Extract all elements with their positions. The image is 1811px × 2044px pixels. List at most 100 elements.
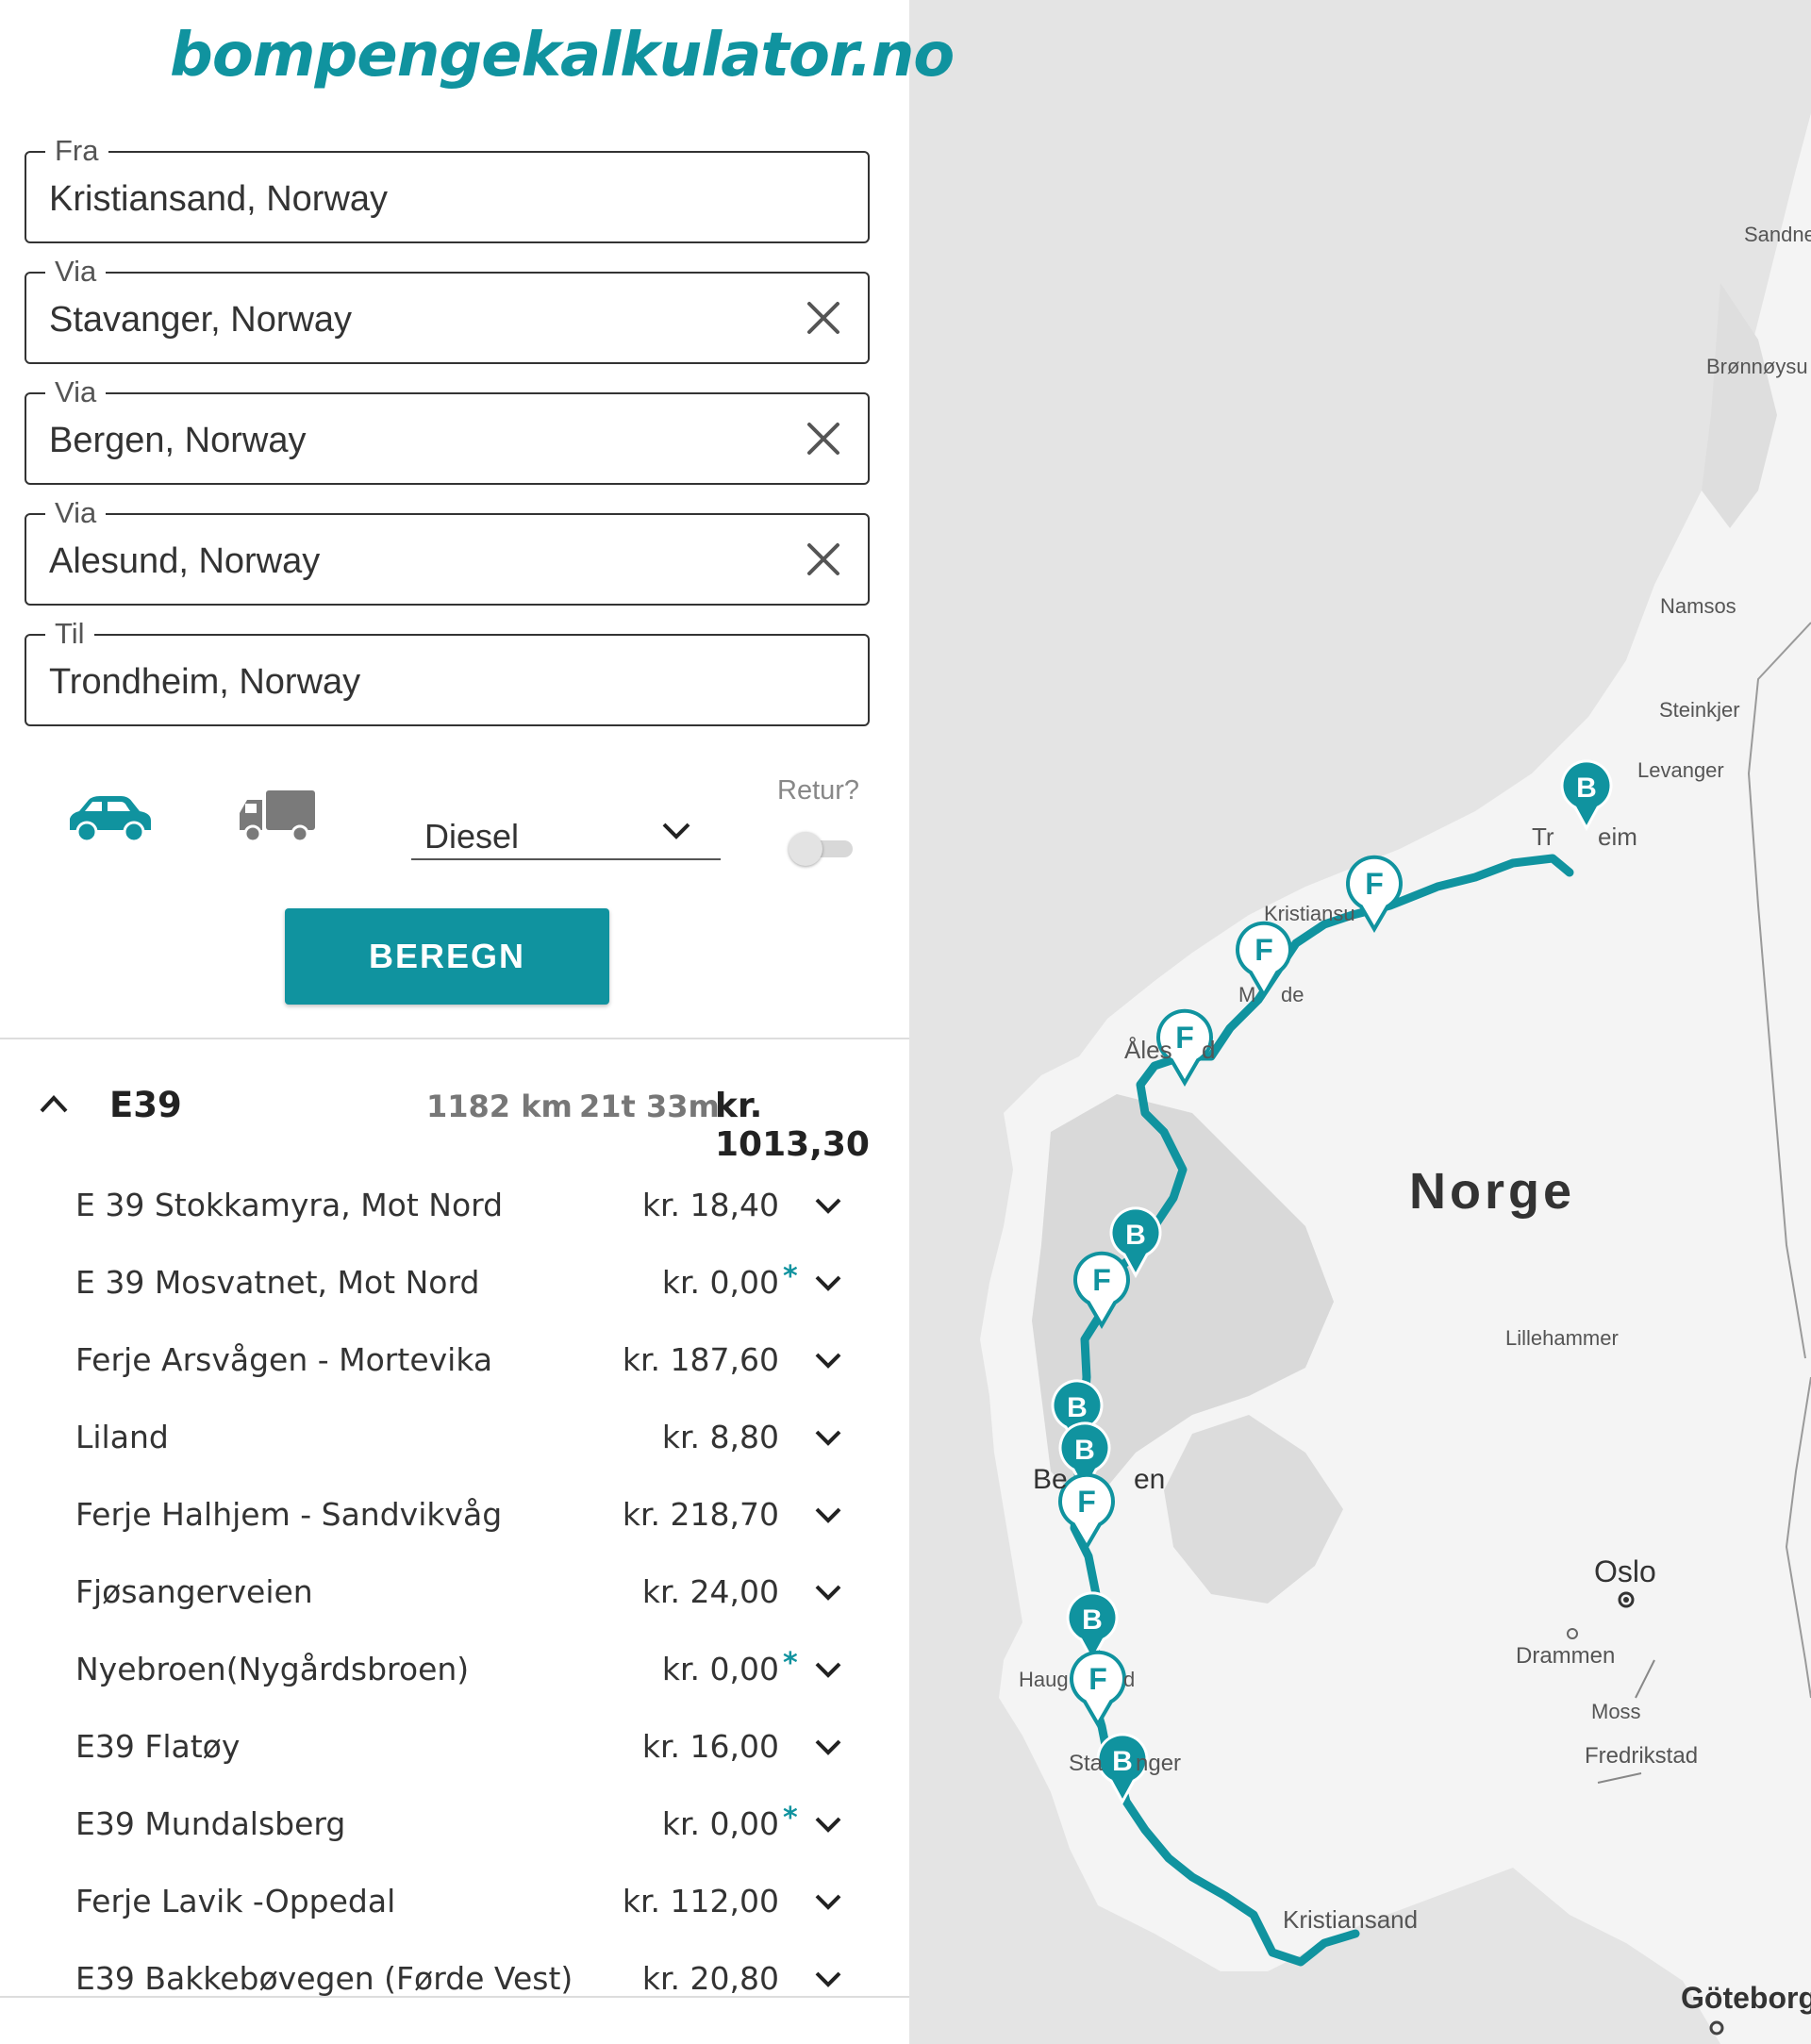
svg-text:F: F	[1088, 1662, 1107, 1696]
divider	[0, 1038, 909, 1039]
chevron-down-icon	[662, 823, 690, 839]
toll-price: kr. 24,00	[641, 1573, 779, 1610]
chevron-down-icon[interactable]	[813, 1815, 843, 1836]
toll-price: kr. 0,00	[661, 1651, 779, 1687]
toll-row[interactable]: E 39 Stokkamyra, Mot Nord kr. 18,40	[0, 1179, 909, 1256]
toll-name: E 39 Stokkamyra, Mot Nord	[75, 1187, 504, 1223]
svg-text:B: B	[1082, 1604, 1103, 1636]
toll-name: E39 Flatøy	[75, 1728, 241, 1765]
retur-label: Retur?	[777, 775, 860, 806]
map-city-label: Namsos	[1660, 594, 1736, 618]
svg-text:B: B	[1125, 1220, 1146, 1251]
close-icon[interactable]	[804, 419, 843, 458]
map-city-label: Lillehammer	[1505, 1326, 1619, 1350]
toll-name: E39 Mundalsberg	[75, 1805, 346, 1842]
toll-name: Nyebroen(Nygårdsbroen)	[75, 1651, 470, 1687]
to-input[interactable]: Trondheim, Norway	[49, 662, 360, 703]
via-input[interactable]: Bergen, Norway	[49, 421, 306, 461]
map-city-label: Fredrikstad	[1585, 1743, 1699, 1769]
map-city-label: Sandne	[1744, 223, 1811, 246]
toll-name: Ferje Arsvågen - Mortevika	[75, 1341, 493, 1378]
chevron-down-icon[interactable]	[813, 1969, 843, 1990]
map-city-label: Be	[1033, 1464, 1068, 1495]
map-city-label: Moss	[1591, 1700, 1641, 1723]
toll-row[interactable]: Ferje Halhjem - Sandvikvåg kr. 218,70	[0, 1488, 909, 1566]
toll-row[interactable]: E39 Mundalsberg kr. 0,00 *	[0, 1798, 909, 1875]
map-city-label: eim	[1598, 823, 1637, 851]
svg-text:F: F	[1077, 1485, 1096, 1519]
svg-text:F: F	[1254, 933, 1273, 967]
toll-price: kr. 0,00	[661, 1264, 779, 1301]
chevron-down-icon[interactable]	[813, 1737, 843, 1758]
toll-row[interactable]: Ferje Lavik -Oppedal kr. 112,00	[0, 1875, 909, 1953]
route-summary-header[interactable]: E39 1182 km 21t 33m kr. 1013,30	[0, 1075, 909, 1164]
toll-price: kr. 112,00	[622, 1883, 779, 1919]
map-view[interactable]: B F F F B F B B F B F B Sandne Brønnøysu…	[909, 0, 1811, 2044]
via-field[interactable]: Via Stavanger, Norway	[25, 255, 870, 364]
car-icon[interactable]	[64, 792, 155, 845]
map-canvas: B F F F B F B B F B F B	[980, 0, 1811, 2044]
to-label: Til	[45, 617, 94, 651]
chevron-down-icon[interactable]	[813, 1196, 843, 1217]
toll-price: kr. 0,00	[661, 1805, 779, 1842]
chevron-down-icon[interactable]	[813, 1892, 843, 1913]
via-label: Via	[45, 255, 107, 289]
chevron-down-icon[interactable]	[813, 1660, 843, 1681]
toll-price: kr. 187,60	[622, 1341, 779, 1378]
toll-star: *	[783, 1260, 798, 1293]
toggle-knob	[789, 832, 822, 866]
from-field[interactable]: Fra Kristiansand, Norway	[25, 134, 870, 243]
via-field[interactable]: Via Bergen, Norway	[25, 375, 870, 485]
chevron-down-icon[interactable]	[813, 1273, 843, 1294]
map-city-label: Sta	[1069, 1751, 1104, 1776]
truck-icon[interactable]	[238, 789, 317, 845]
svg-text:F: F	[1092, 1263, 1111, 1297]
via-label: Via	[45, 496, 107, 530]
chevron-down-icon[interactable]	[813, 1428, 843, 1449]
via-field[interactable]: Via Alesund, Norway	[25, 496, 870, 606]
toll-name: E39 Bakkebøvegen (Førde Vest)	[75, 1960, 573, 1997]
toll-name: Fjøsangerveien	[75, 1573, 313, 1610]
map-city-label: nger	[1136, 1751, 1182, 1776]
map-city-label: d	[1123, 1668, 1136, 1691]
close-icon[interactable]	[804, 540, 843, 579]
chevron-down-icon[interactable]	[813, 1583, 843, 1604]
map-city-label: Drammen	[1516, 1643, 1616, 1669]
divider	[0, 1996, 909, 1998]
toll-row[interactable]: E39 Flatøy kr. 16,00	[0, 1720, 909, 1798]
fuel-select[interactable]: Diesel	[411, 792, 721, 860]
map-city-label: Steinkjer	[1659, 698, 1740, 722]
svg-text:F: F	[1175, 1021, 1194, 1055]
toll-row[interactable]: Liland kr. 8,80	[0, 1411, 909, 1488]
route-duration: 21t 33m	[579, 1088, 720, 1124]
toll-row[interactable]: Ferje Arsvågen - Mortevika kr. 187,60	[0, 1334, 909, 1411]
toll-star: *	[783, 1647, 798, 1680]
toll-row[interactable]: E39 Bakkebøvegen (Førde Vest) kr. 20,80	[0, 1953, 909, 2030]
toll-star: *	[783, 1802, 798, 1835]
to-field[interactable]: Til Trondheim, Norway	[25, 617, 870, 726]
via-input[interactable]: Alesund, Norway	[49, 541, 320, 582]
via-label: Via	[45, 375, 107, 409]
close-icon[interactable]	[804, 298, 843, 338]
chevron-down-icon[interactable]	[813, 1505, 843, 1526]
chevron-down-icon[interactable]	[813, 1351, 843, 1371]
via-input[interactable]: Stavanger, Norway	[49, 300, 352, 341]
toll-price: kr. 16,00	[641, 1728, 779, 1765]
calculate-button[interactable]: BEREGN	[285, 908, 609, 1005]
map-city-label: Tr	[1532, 823, 1554, 851]
toll-row[interactable]: E 39 Mosvatnet, Mot Nord kr. 0,00 *	[0, 1256, 909, 1334]
map-city-label: Haug	[1019, 1668, 1069, 1691]
toll-row[interactable]: Nyebroen(Nygårdsbroen) kr. 0,00 *	[0, 1643, 909, 1720]
toll-price: kr. 218,70	[622, 1496, 779, 1533]
svg-text:B: B	[1067, 1392, 1088, 1423]
toll-name: Liland	[75, 1419, 169, 1455]
city-dot-oslo	[1623, 1597, 1629, 1603]
from-input[interactable]: Kristiansand, Norway	[49, 179, 388, 220]
toll-row[interactable]: Fjøsangerveien kr. 24,00	[0, 1566, 909, 1643]
retur-toggle[interactable]	[789, 828, 855, 866]
route-total-cost: kr. 1013,30	[715, 1087, 870, 1164]
site-logo[interactable]: bompengekalkulator.no	[170, 21, 955, 91]
fuel-value: Diesel	[424, 817, 520, 856]
from-label: Fra	[45, 134, 108, 168]
chevron-up-icon[interactable]	[38, 1092, 70, 1115]
